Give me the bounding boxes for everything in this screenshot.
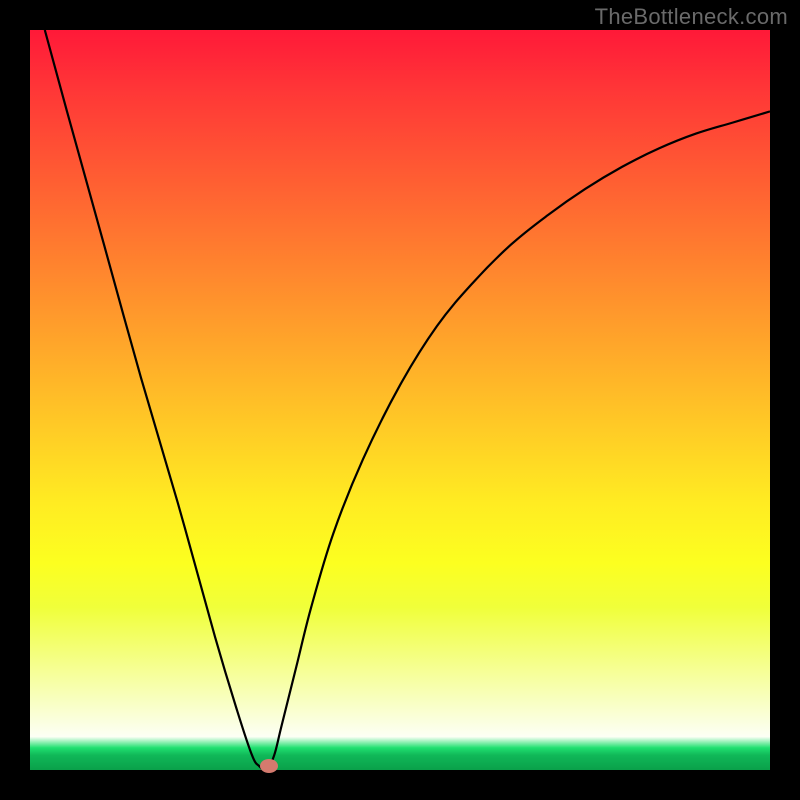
curve-layer — [30, 30, 770, 770]
watermark-text: TheBottleneck.com — [595, 4, 788, 30]
optimum-marker — [260, 759, 278, 773]
plot-area — [30, 30, 770, 770]
chart-container: TheBottleneck.com — [0, 0, 800, 800]
bottleneck-curve — [45, 30, 770, 770]
